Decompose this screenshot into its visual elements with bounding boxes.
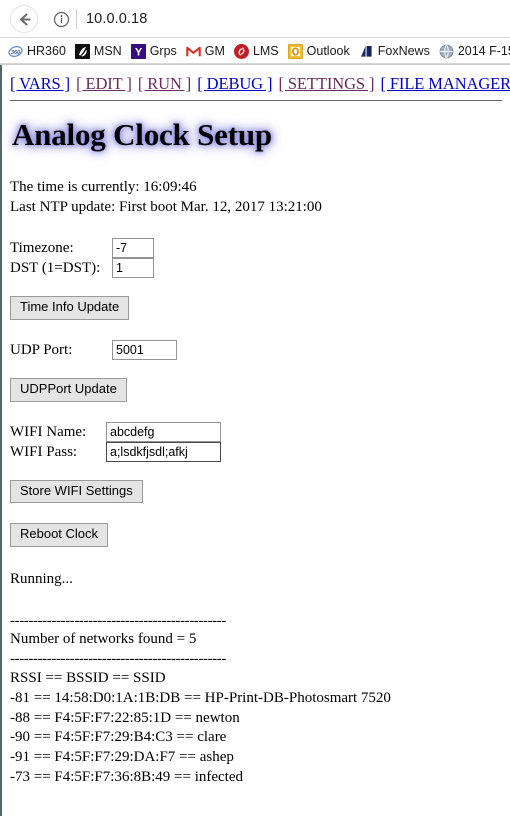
network-row: -73 == F4:5F:F7:36:8B:49 == infected [10,768,244,785]
page-left-edge [0,65,2,816]
nav-link-edit[interactable]: [ EDIT ] [76,74,132,93]
udp-port-row: UDP Port: [10,339,502,360]
time-info-update-row: Time Info Update [10,295,502,320]
yahoo-y-glyph: Y [130,43,146,59]
hr360-glyph: 360 [8,45,23,57]
msn-icon [74,43,90,59]
reboot-clock-button[interactable]: Reboot Clock [10,523,109,548]
wifi-pass-input[interactable] [106,441,221,462]
network-row: -90 == F4:5F:F7:29:B4:C3 == clare [10,729,227,746]
foxnews-slash-glyph [358,43,374,59]
back-arrow-icon [19,13,30,25]
networks-block: ----------------------------------------… [10,612,502,788]
svg-text:Y: Y [135,46,143,58]
lms-icon [233,43,249,59]
networks-divider-bottom: ----------------------------------------… [10,651,226,668]
browser-toolbar: 10.0.0.18 [0,0,510,38]
info-icon[interactable] [48,6,74,32]
wifi-name-row: WIFI Name: [10,421,502,442]
globe-glyph [439,44,454,58]
msn-butterfly-glyph [74,43,90,59]
bookmark-hr360[interactable]: 360 HR360 [8,43,66,59]
nav-link-debug[interactable]: [ DEBUG ] [197,74,272,93]
bookmark-grps[interactable]: Y Grps [130,43,177,59]
bookmark-lms[interactable]: LMS [233,43,279,59]
running-status-text: Running... [10,571,73,588]
bookmark-outlook[interactable]: Outlook [287,43,350,59]
outlook-o-glyph [287,43,303,59]
dst-row: DST (1=DST): [10,257,502,278]
nav-link-file-manager[interactable]: [ FILE MANAGER ] [380,74,510,93]
bookmark-label: FoxNews [377,44,430,58]
url-separator [76,9,77,29]
outlook-icon [287,43,303,59]
foxnews-icon [358,43,374,59]
wifi-pass-label: WIFI Pass: [10,443,78,460]
udp-port-update-row: UDPPort Update [10,377,502,402]
address-bar-url[interactable]: 10.0.0.18 [86,11,147,27]
last-ntp-update-text: Last NTP update: First boot Mar. 12, 201… [10,199,322,216]
svg-text:360: 360 [11,50,21,56]
bookmarks-bar: 360 HR360 MSN Y Grps GM LMS Outlook FoxN… [0,38,510,64]
bookmark-label: LMS [252,44,279,58]
time-info-form: Timezone: DST (1=DST): Time Info Update [10,237,502,320]
time-info-update-button[interactable]: Time Info Update [10,295,130,320]
udp-port-update-button[interactable]: UDPPort Update [10,377,127,402]
store-wifi-settings-row: Store WIFI Settings [10,479,502,504]
timezone-input[interactable] [112,237,154,258]
bookmark-label: HR360 [27,44,66,58]
network-row: -91 == F4:5F:F7:29:DA:F7 == ashep [10,749,234,766]
yahoo-groups-icon: Y [130,43,146,59]
networks-header-text: RSSI == BSSID == SSID [10,669,166,686]
wifi-name-input[interactable] [106,421,221,442]
nav-link-run[interactable]: [ RUN ] [138,74,191,93]
gmail-icon [185,43,201,59]
bookmark-label: Outlook [306,44,350,58]
time-status-block: The time is currently: 16:09:46 Last NTP… [10,177,502,218]
bookmark-label: 2014 F-150 [457,44,510,58]
bookmark-2014-f150[interactable]: 2014 F-150 [439,44,510,59]
udp-port-form: UDP Port: UDPPort Update [10,339,502,402]
bookmark-msn[interactable]: MSN [74,43,122,59]
bookmark-label: Grps [149,44,177,58]
networks-divider-top: ----------------------------------------… [10,612,226,629]
bookmark-label: GM [204,44,225,58]
timezone-label: Timezone: [10,239,74,256]
wifi-pass-row: WIFI Pass: [10,441,502,462]
network-row: -88 == F4:5F:F7:22:85:1D == newton [10,709,240,726]
lms-swirl-glyph [234,44,249,58]
nav-divider [10,100,502,102]
page-content: [ VARS ] [ EDIT ] [ RUN ] [ DEBUG ] [ SE… [0,65,510,788]
browser-chrome: 10.0.0.18 360 HR360 MSN Y Grps GM LMS Ou… [0,0,510,65]
back-button[interactable] [10,5,38,33]
store-wifi-settings-button[interactable]: Store WIFI Settings [10,479,143,504]
bookmark-gm[interactable]: GM [185,43,225,59]
network-row: -81 == 14:58:D0:1A:1B:DB == HP-Print-DB-… [10,689,391,706]
bookmark-foxnews[interactable]: FoxNews [358,43,430,59]
bookmark-label: MSN [93,44,122,58]
udp-port-input[interactable] [112,339,177,360]
current-time-text: The time is currently: 16:09:46 [10,179,197,196]
nav-link-vars[interactable]: [ VARS ] [10,74,70,93]
gmail-m-glyph [186,46,201,56]
wifi-name-label: WIFI Name: [10,423,87,440]
timezone-row: Timezone: [10,237,502,258]
wifi-settings-form: WIFI Name: WIFI Pass: Store WIFI Setting… [10,421,502,504]
networks-count-text: Number of networks found = 5 [10,631,197,648]
udp-port-label: UDP Port: [10,341,73,358]
dst-label: DST (1=DST): [10,259,101,276]
nav-link-settings[interactable]: [ SETTINGS ] [278,74,374,93]
info-circle-icon [53,11,69,27]
page-title: Analog Clock Setup [12,117,272,153]
page-viewport: [ VARS ] [ EDIT ] [ RUN ] [ DEBUG ] [ SE… [0,65,510,816]
dst-input[interactable] [112,257,154,278]
nav-links: [ VARS ] [ EDIT ] [ RUN ] [ DEBUG ] [ SE… [10,74,510,93]
reboot-block: Reboot Clock [10,523,502,548]
globe-icon [439,44,454,59]
hr360-icon: 360 [8,43,23,59]
